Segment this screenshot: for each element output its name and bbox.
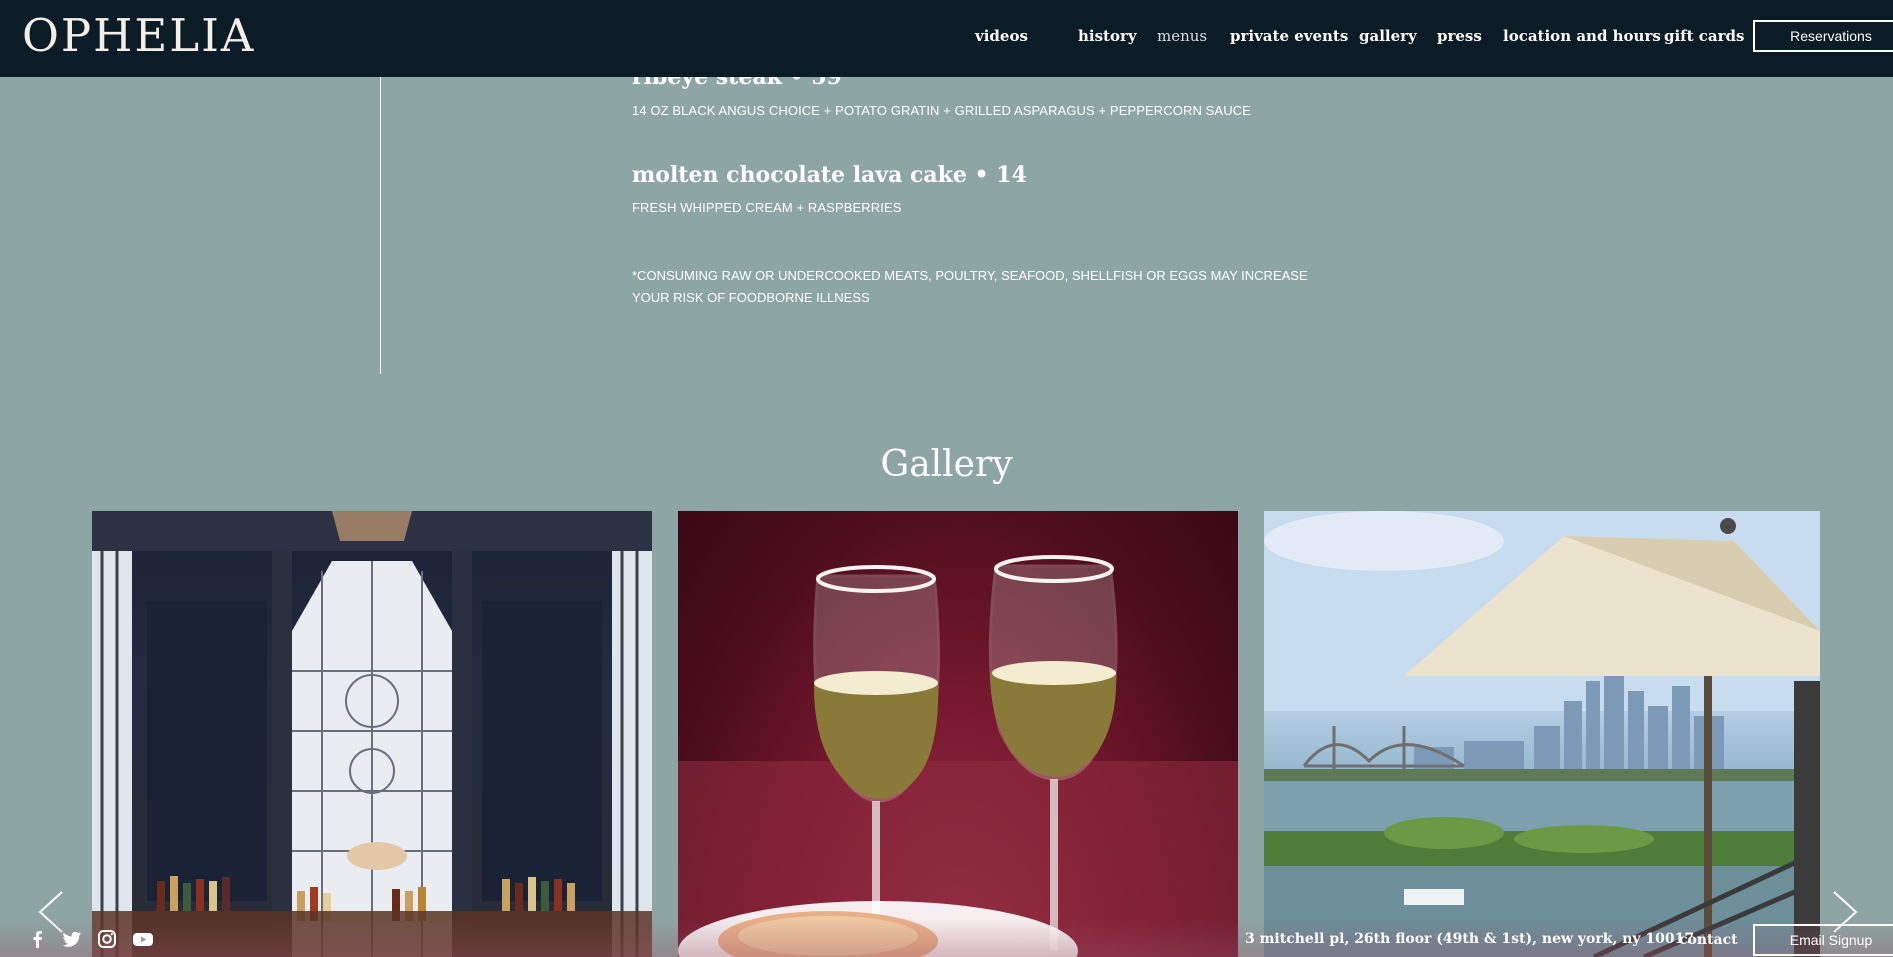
instagram-icon[interactable] <box>97 929 117 949</box>
food-safety-disclaimer: *CONSUMING RAW OR UNDERCOOKED MEATS, POU… <box>632 268 1308 305</box>
section-divider <box>380 77 381 374</box>
contact-link[interactable]: contact <box>1679 932 1738 948</box>
gallery-title: Gallery <box>880 444 1013 485</box>
nav-item-private-events[interactable]: private events <box>1230 27 1348 45</box>
bar-stained-glass-window <box>92 511 652 957</box>
nav-item-location-and-hours[interactable]: location and hours <box>1503 27 1661 45</box>
gallery-image-bar[interactable] <box>92 511 652 957</box>
menu-item-title: molten chocolate lava cake • 14 <box>632 162 1027 188</box>
nav-item-menus[interactable]: menus <box>1157 27 1207 45</box>
nav-item-gallery[interactable]: gallery <box>1359 27 1417 45</box>
gallery-image-wine[interactable] <box>678 511 1238 957</box>
facebook-icon[interactable] <box>28 929 48 949</box>
nav-item-gift-cards[interactable]: gift cards <box>1664 27 1744 45</box>
menu-item-description: FRESH WHIPPED CREAM + RASPBERRIES <box>632 200 902 215</box>
nav-item-videos[interactable]: videos <box>975 27 1028 45</box>
reservations-button[interactable]: Reservations <box>1753 20 1893 52</box>
gallery-image-terrace[interactable] <box>1264 511 1820 957</box>
nav-item-press[interactable]: press <box>1437 27 1482 45</box>
two-wine-glasses <box>678 555 1238 957</box>
footer-address: 3 mitchell pl, 26th floor (49th & 1st), … <box>1245 931 1695 947</box>
youtube-icon[interactable] <box>132 929 153 949</box>
twitter-icon[interactable] <box>62 929 82 949</box>
menu-item-description: 14 OZ BLACK ANGUS CHOICE + POTATO GRATIN… <box>632 103 1251 118</box>
nav-item-history[interactable]: history <box>1078 27 1137 45</box>
email-signup-button[interactable]: Email Signup <box>1753 924 1893 956</box>
terrace-umbrella-skyline-view <box>1264 511 1820 957</box>
site-header: OPHELIA videos history menus private eve… <box>0 0 1893 77</box>
main-nav: videos history menus private events gall… <box>0 0 1893 77</box>
